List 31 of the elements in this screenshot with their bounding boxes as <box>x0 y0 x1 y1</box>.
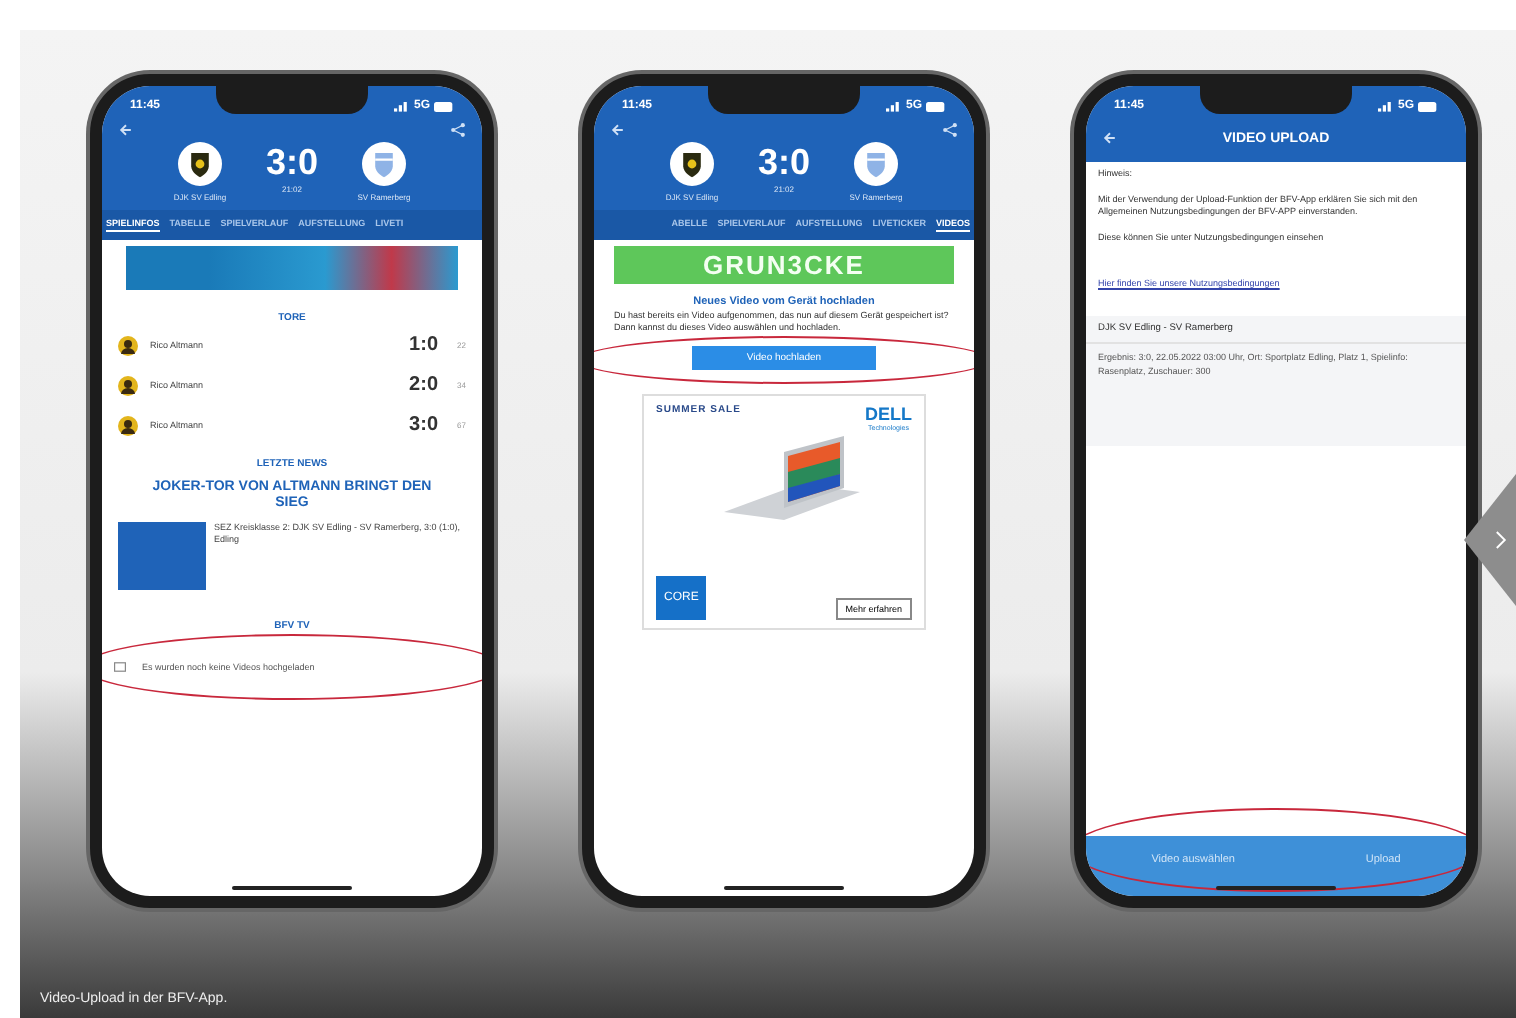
goal-score: 2:0 <box>409 374 438 396</box>
chevron-right-icon <box>1492 526 1508 554</box>
video-icon <box>114 661 126 672</box>
back-arrow-icon[interactable] <box>610 122 626 138</box>
battery-icon <box>926 101 946 111</box>
player-avatar-icon <box>118 335 138 355</box>
player-avatar-icon <box>118 375 138 395</box>
share-icon[interactable] <box>450 122 466 138</box>
goal-score: 1:0 <box>409 334 438 356</box>
match-score: 3:0 <box>757 142 810 184</box>
home-indicator <box>1216 886 1336 890</box>
signal-icon <box>1377 100 1394 112</box>
team-crest-icon <box>669 142 714 186</box>
news-thumbnail-placeholder <box>118 521 206 590</box>
battery-icon <box>434 101 454 111</box>
brand-logo: DELL <box>865 403 912 424</box>
home-indicator <box>232 886 352 890</box>
back-arrow-icon[interactable] <box>1102 130 1118 146</box>
home-indicator <box>724 886 844 890</box>
match-score: 3:0 <box>265 142 318 184</box>
sponsor-banner: GRUN3CKE <box>614 246 954 284</box>
goal-score: 3:0 <box>409 414 438 436</box>
team-crest-icon <box>854 142 898 186</box>
battery-icon <box>1418 101 1438 111</box>
signal-icon <box>885 100 902 112</box>
team-crest-icon <box>362 142 406 186</box>
share-icon[interactable] <box>942 122 958 138</box>
team-crest-icon <box>177 142 222 186</box>
signal-icon <box>393 100 410 112</box>
player-avatar-icon <box>118 415 138 435</box>
back-arrow-icon[interactable] <box>118 122 134 138</box>
